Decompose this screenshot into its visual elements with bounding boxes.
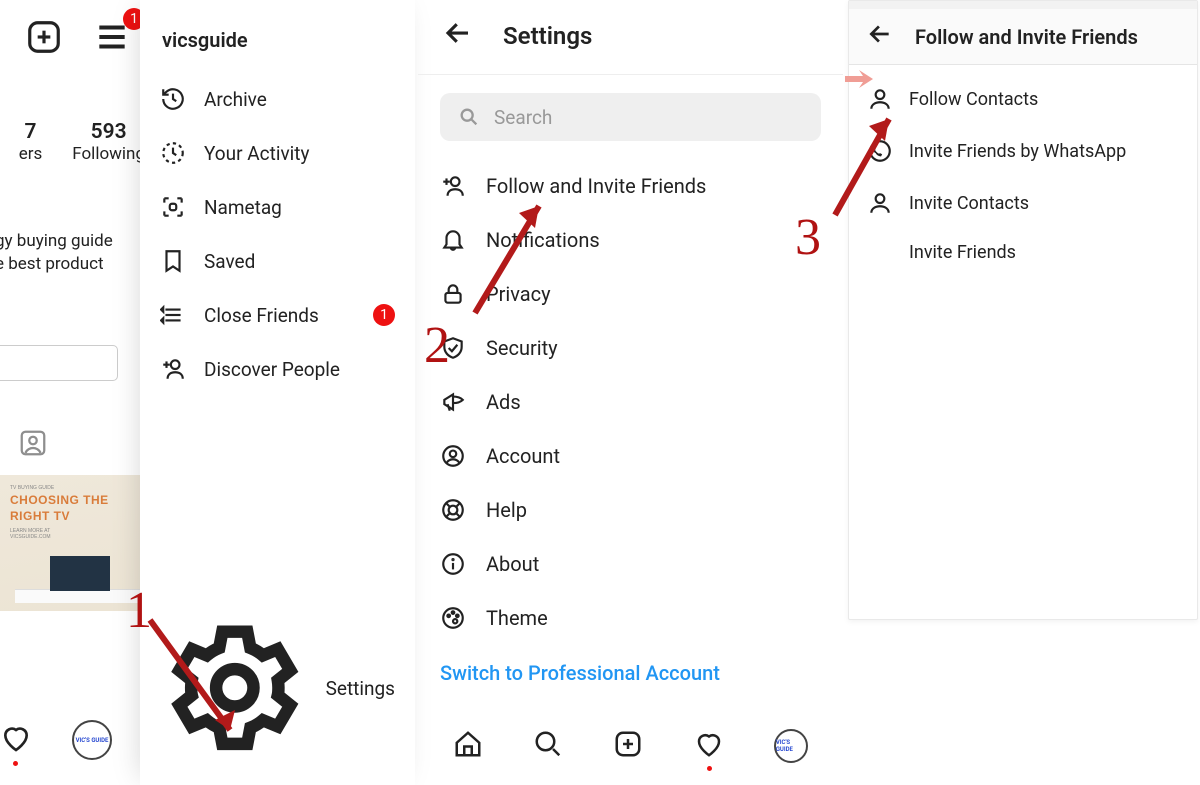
settings-ads[interactable]: Ads	[440, 375, 821, 429]
settings-about[interactable]: About	[440, 537, 821, 591]
drawer-item-label: Archive	[204, 88, 267, 111]
step-3-arrow	[825, 105, 905, 225]
pointer-hand-icon	[845, 70, 873, 88]
close-friends-badge: 1	[373, 304, 395, 326]
back-icon[interactable]	[443, 18, 473, 54]
drawer-item-label: Close Friends	[204, 304, 319, 327]
step-1-arrow	[140, 610, 250, 750]
menu-icon[interactable]: 1	[93, 18, 131, 60]
nav-activity-icon[interactable]	[694, 729, 724, 763]
switch-pro-link[interactable]: Switch to Professional Account	[418, 653, 843, 693]
activity-icon[interactable]	[0, 722, 32, 758]
nav-search-icon[interactable]	[533, 729, 563, 763]
follow-invite-panel: Follow and Invite Friends Follow Contact…	[848, 0, 1198, 620]
invite-contacts[interactable]: Invite Contacts	[861, 177, 1185, 229]
profile-avatar[interactable]: VIC'S GUIDE	[72, 720, 112, 760]
new-post-icon[interactable]	[25, 18, 63, 60]
drawer-username: vicsguide	[140, 0, 415, 72]
step-3-label: 3	[795, 212, 821, 264]
settings-search[interactable]: Search	[440, 93, 821, 141]
drawer-activity[interactable]: Your Activity	[140, 126, 415, 180]
settings-title: Settings	[503, 22, 592, 50]
nav-home-icon[interactable]	[453, 729, 483, 763]
invite-whatsapp[interactable]: Invite Friends by WhatsApp	[861, 125, 1185, 177]
drawer-item-label: Discover People	[204, 358, 340, 381]
profile-stats: 7ers 593Following	[0, 120, 145, 164]
drawer-close-friends[interactable]: Close Friends 1	[140, 288, 415, 342]
drawer-item-label: Your Activity	[204, 142, 309, 165]
invite-friends[interactable]: Invite Friends	[861, 229, 1185, 276]
back-icon[interactable]	[867, 21, 893, 52]
drawer-archive[interactable]: Archive	[140, 72, 415, 126]
profile-bio: gy buying guide e best product	[0, 230, 113, 276]
drawer-nametag[interactable]: Nametag	[140, 180, 415, 234]
settings-panel: Settings Search Follow and Invite Friend…	[418, 0, 843, 785]
drawer-item-label: Nametag	[204, 196, 282, 219]
settings-theme[interactable]: Theme	[440, 591, 821, 645]
following-count: 593	[72, 120, 145, 144]
nav-new-icon[interactable]	[613, 729, 643, 763]
settings-help[interactable]: Help	[440, 483, 821, 537]
follow-contacts[interactable]: Follow Contacts	[861, 73, 1185, 125]
follow-invite-title: Follow and Invite Friends	[915, 25, 1138, 49]
followers-count: 7	[19, 120, 43, 144]
drawer-saved[interactable]: Saved	[140, 234, 415, 288]
step-2-label: 2	[424, 320, 450, 372]
drawer-item-label: Saved	[204, 250, 255, 273]
step-2-arrow	[455, 188, 555, 328]
drawer-discover[interactable]: Discover People	[140, 342, 415, 396]
edit-profile-button[interactable]	[0, 345, 118, 381]
drawer-settings-label: Settings	[326, 677, 395, 700]
nav-profile-avatar[interactable]: VIC'S GUIDE	[774, 729, 808, 763]
tagged-tab-icon[interactable]	[18, 428, 48, 462]
settings-security[interactable]: Security	[440, 321, 821, 375]
search-placeholder: Search	[494, 106, 552, 129]
settings-account[interactable]: Account	[440, 429, 821, 483]
